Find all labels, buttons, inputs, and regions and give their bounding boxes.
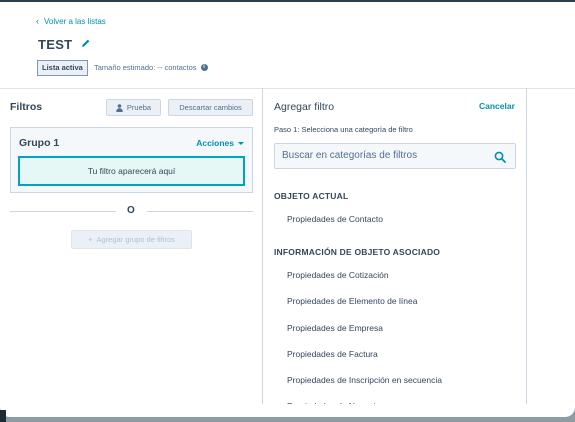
category-item-invoice[interactable]: Propiedades de Factura (287, 349, 378, 359)
category-item-quote[interactable]: Propiedades de Cotización (287, 270, 389, 280)
category-item-contact[interactable]: Propiedades de Contacto (287, 214, 383, 224)
filters-title: Filtros (10, 101, 43, 113)
pencil-icon[interactable] (81, 38, 91, 48)
or-divider-left (10, 211, 116, 212)
group-title: Grupo 1 (19, 137, 60, 149)
info-icon[interactable]: i (200, 64, 208, 71)
panel-right-border (526, 88, 527, 408)
actions-label: Acciones (196, 138, 234, 148)
test-button-label: Prueba (126, 103, 152, 112)
size-estimate-text: Tamaño estimado: -- contactos (94, 63, 197, 72)
or-label: O (127, 205, 135, 216)
back-link-label: Volver a las listas (44, 17, 106, 26)
section-header-current-object: OBJETO ACTUAL (274, 191, 349, 201)
filter-group: Grupo 1 Acciones Tu filtro aparecerá aqu… (10, 127, 253, 193)
panel-divider (262, 88, 263, 408)
cancel-button[interactable]: Cancelar (479, 101, 515, 111)
chevron-down-icon (238, 141, 244, 145)
search-placeholder: Buscar en categorías de filtros (282, 150, 418, 161)
back-to-lists-link[interactable]: ‹ Volver a las listas (36, 16, 106, 27)
search-icon[interactable] (494, 151, 506, 163)
size-estimate: Tamaño estimado: -- contactos i (94, 63, 208, 72)
test-button[interactable]: Prueba (106, 99, 161, 116)
discard-changes-button[interactable]: Descartar cambios (168, 99, 253, 116)
category-item-sequence-enrollment[interactable]: Propiedades de Inscripción en secuencia (287, 375, 442, 385)
desktop-corner (0, 410, 6, 422)
add-group-label: Agregar grupo de filtros (96, 235, 175, 244)
add-filter-group-button[interactable]: + Agregar grupo de filtros (71, 230, 192, 249)
window-bottom-edge (0, 404, 575, 417)
actions-dropdown[interactable]: Acciones (196, 138, 244, 148)
page-title: TEST (38, 37, 73, 52)
plus-icon: + (88, 235, 93, 244)
or-divider-right (147, 211, 253, 212)
section-header-associated-object: INFORMACIÓN DE OBJETO ASOCIADO (274, 247, 441, 257)
chevron-left-icon: ‹ (36, 16, 39, 26)
category-search-input[interactable]: Buscar en categorías de filtros (274, 143, 516, 169)
person-icon (116, 103, 123, 112)
step-instruction: Paso 1: Selecciona una categoría de filt… (274, 125, 413, 134)
category-item-line-item[interactable]: Propiedades de Elemento de línea (287, 296, 417, 306)
add-filter-title: Agregar filtro (274, 101, 335, 113)
filter-placeholder: Tu filtro aparecerá aquí (18, 156, 245, 186)
category-item-company[interactable]: Propiedades de Empresa (287, 323, 383, 333)
header-divider (0, 88, 575, 89)
status-badge: Lista activa (37, 60, 88, 76)
top-border (0, 0, 575, 2)
